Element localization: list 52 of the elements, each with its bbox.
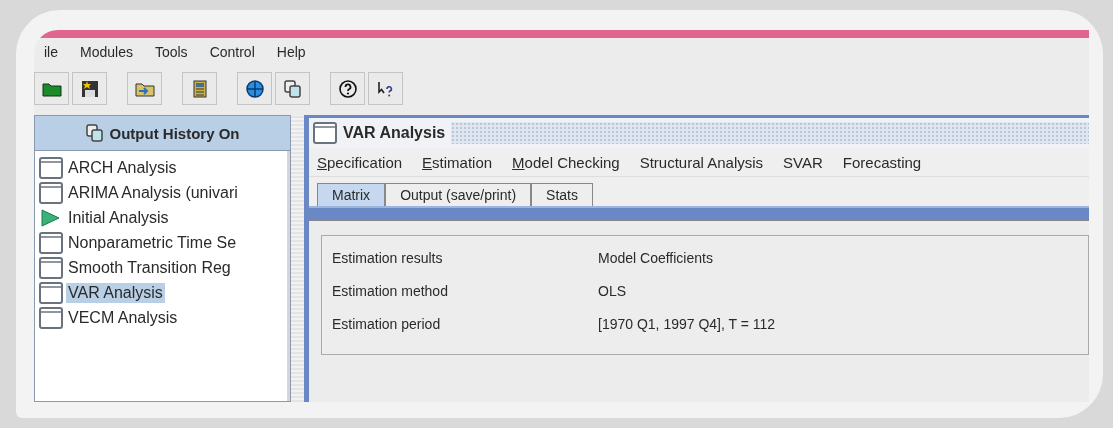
- history-item[interactable]: VAR Analysis: [66, 282, 165, 303]
- menu-item[interactable]: Model Checking: [512, 153, 620, 171]
- result-label: Estimation method: [332, 283, 449, 299]
- result-value: OLS: [598, 283, 626, 299]
- result-label: Estimation period: [332, 316, 442, 332]
- menu-item[interactable]: Estimation: [422, 153, 493, 171]
- tab[interactable]: Matrix: [317, 183, 386, 206]
- navigate-button[interactable]: [237, 72, 272, 105]
- window-icon: [39, 281, 63, 304]
- tab[interactable]: Output (save/print): [385, 183, 532, 206]
- window-icon: [313, 122, 337, 144]
- context-help-button[interactable]: [368, 72, 403, 105]
- menu-item[interactable]: Control: [209, 44, 255, 66]
- history-item[interactable]: VECM Analysis: [66, 307, 180, 328]
- splitter-handle[interactable]: [291, 115, 304, 402]
- window-icon: [39, 306, 63, 329]
- tab[interactable]: Stats: [531, 183, 593, 206]
- result-value: Model Coefficients: [598, 250, 713, 266]
- history-item[interactable]: Initial Analysis: [66, 207, 171, 228]
- menu-item[interactable]: Help: [276, 44, 306, 66]
- history-item[interactable]: ARIMA Analysis (univari: [66, 182, 240, 203]
- folder-icon: [41, 80, 62, 97]
- history-item[interactable]: ARCH Analysis: [66, 157, 179, 178]
- copy-button[interactable]: [275, 72, 310, 105]
- menu-item[interactable]: SVAR: [783, 153, 823, 171]
- window-icon: [39, 231, 63, 254]
- copy-icon: [85, 124, 104, 142]
- history-item[interactable]: Nonparametric Time Se: [66, 232, 239, 253]
- result-value: [1970 Q1, 1997 Q4], T = 112: [598, 316, 776, 332]
- menu-item[interactable]: Tools: [154, 44, 188, 66]
- menu-item[interactable]: ile: [44, 44, 58, 66]
- menu-item[interactable]: Structural Analysis: [639, 153, 764, 171]
- save-button[interactable]: [72, 72, 107, 105]
- history-item[interactable]: Smooth Transition Reg: [66, 257, 233, 278]
- calculator-icon: [192, 79, 207, 98]
- help-button[interactable]: [330, 72, 365, 105]
- window-icon: [39, 156, 63, 179]
- menu-item[interactable]: Modules: [80, 44, 133, 66]
- menu-item[interactable]: Forecasting: [842, 153, 922, 171]
- window-icon: [39, 256, 63, 279]
- copy-icon: [283, 79, 302, 98]
- window-icon: [39, 181, 63, 204]
- panel-title: Output History On: [109, 124, 240, 142]
- folder-arrow-icon: [134, 80, 155, 97]
- crosshair-icon: [244, 78, 265, 99]
- help-icon: [337, 78, 358, 99]
- import-button[interactable]: [127, 72, 162, 105]
- calculator-button[interactable]: [182, 72, 217, 105]
- window-title: VAR Analysis: [343, 124, 446, 142]
- open-folder-button[interactable]: [34, 72, 69, 105]
- result-label: Estimation results: [332, 250, 444, 266]
- menu-item[interactable]: Specification: [317, 153, 403, 171]
